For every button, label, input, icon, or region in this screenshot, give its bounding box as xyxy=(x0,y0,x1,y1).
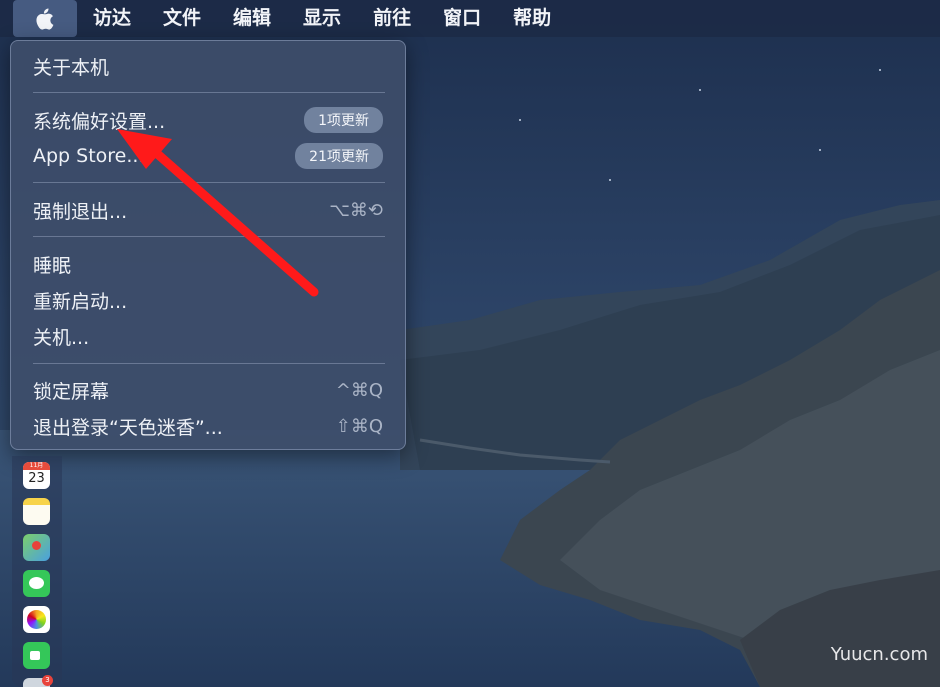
watermark: Yuucn.com xyxy=(830,644,928,665)
annotation-arrow-shaft xyxy=(148,145,319,297)
annotation-arrow xyxy=(117,129,319,297)
desktop: 访达 文件 编辑 显示 前往 窗口 帮助 关于本机 系统偏好设置... 1项更新… xyxy=(0,0,940,687)
